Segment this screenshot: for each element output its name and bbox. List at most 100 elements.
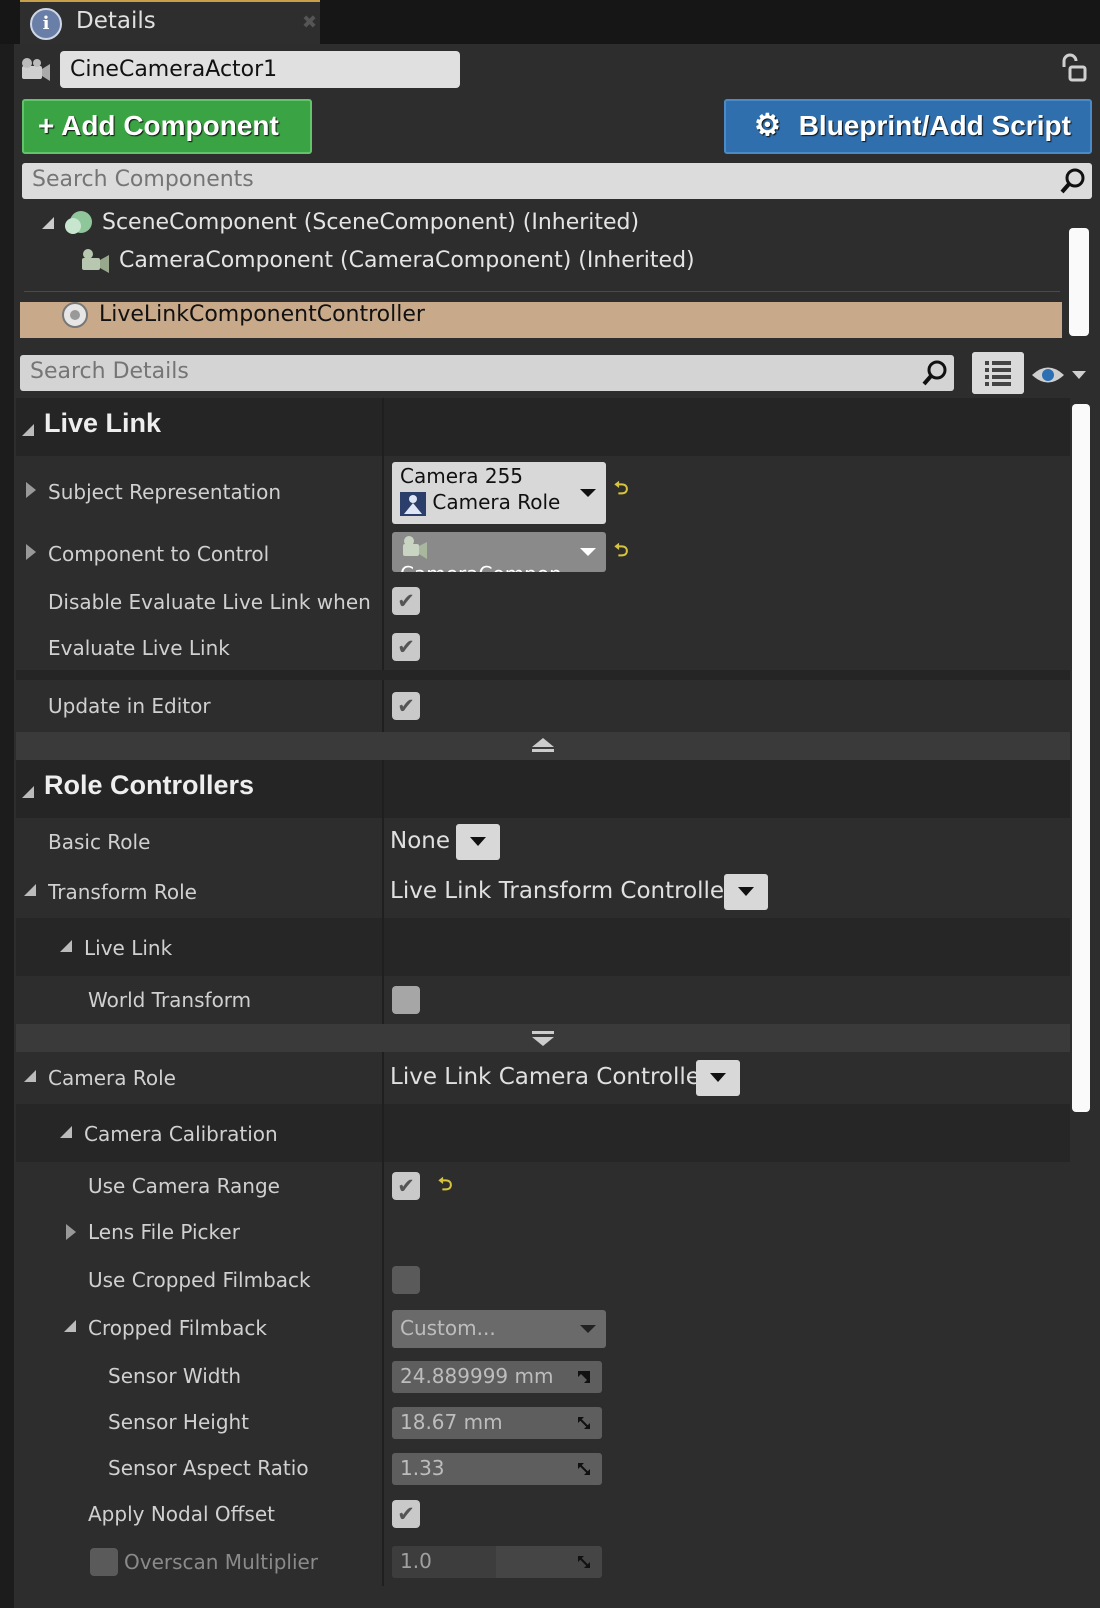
sensor-height-value: 18.67 mm xyxy=(400,1410,503,1434)
expand-arrow-icon[interactable] xyxy=(26,544,36,560)
property-matrix-icon[interactable] xyxy=(972,352,1024,394)
expand-arrow-icon[interactable] xyxy=(60,1126,72,1138)
property-label: Apply Nodal Offset xyxy=(88,1502,275,1526)
world-transform-checkbox[interactable] xyxy=(392,986,420,1014)
tree-item-label: LiveLinkComponentController xyxy=(99,302,425,327)
tree-scrollbar[interactable] xyxy=(1069,228,1089,336)
property-subject-representation: Subject Representation Camera 255 Camera… xyxy=(16,456,1070,526)
disable-evaluate-checkbox[interactable]: ✔ xyxy=(392,587,420,615)
property-label: Update in Editor xyxy=(48,694,211,718)
sensor-height-input[interactable]: 18.67 mm xyxy=(392,1407,602,1439)
property-transform-role: Transform Role Live Link Transform Contr… xyxy=(16,868,1070,918)
overscan-multiplier-input[interactable]: 1.0 xyxy=(392,1546,602,1578)
evaluate-live-link-checkbox[interactable]: ✔ xyxy=(392,633,420,661)
search-details-box[interactable] xyxy=(20,355,954,391)
lock-icon[interactable] xyxy=(1058,53,1088,83)
expand-arrow-icon[interactable] xyxy=(66,1224,76,1240)
subcategory-transform-live-link[interactable]: Live Link xyxy=(16,918,1070,976)
property-lens-file-picker: Lens File Picker xyxy=(16,1210,1070,1256)
chevron-down-icon xyxy=(580,489,596,497)
expand-arrow-icon[interactable] xyxy=(22,786,34,798)
property-label: Live Link xyxy=(84,936,173,960)
resize-handle-icon[interactable] xyxy=(576,1415,592,1431)
tree-separator xyxy=(24,291,1060,292)
expand-advanced-bar[interactable] xyxy=(16,1024,1070,1052)
camera-component-icon xyxy=(403,536,427,559)
property-world-transform: World Transform xyxy=(16,976,1070,1024)
component-to-control-value: CameraCompon xyxy=(400,562,562,572)
info-icon: i xyxy=(30,8,62,40)
search-details-input[interactable] xyxy=(20,355,861,388)
search-components-box[interactable] xyxy=(22,163,1092,199)
camera-role-dropdown[interactable] xyxy=(696,1060,740,1096)
collapse-up-icon[interactable] xyxy=(532,738,554,747)
camera-role-value: Live Link Camera Controller xyxy=(390,1064,710,1090)
update-in-editor-checkbox[interactable]: ✔ xyxy=(392,692,420,720)
property-label: Cropped Filmback xyxy=(88,1316,267,1340)
camera-role-icon xyxy=(400,491,426,516)
blueprint-script-button[interactable]: ⚙ Blueprint/Add Script xyxy=(724,99,1092,154)
expand-arrow-icon[interactable] xyxy=(26,482,36,498)
expand-down-icon[interactable] xyxy=(532,1037,554,1046)
category-role-controllers[interactable]: Role Controllers xyxy=(16,760,1070,818)
use-camera-range-checkbox[interactable]: ✔ xyxy=(392,1172,420,1200)
chevron-down-icon xyxy=(580,1325,596,1333)
property-label: Sensor Aspect Ratio xyxy=(108,1456,309,1480)
sensor-width-input[interactable]: 24.889999 mm xyxy=(392,1361,602,1393)
category-live-link[interactable]: Live Link xyxy=(16,398,1070,456)
property-camera-role: Camera Role Live Link Camera Controller xyxy=(16,1052,1070,1104)
blueprint-script-label: Blueprint/Add Script xyxy=(798,110,1071,141)
property-evaluate-live-link: Evaluate Live Link ✔ xyxy=(16,624,1070,670)
property-label: Camera Role xyxy=(48,1066,176,1090)
basic-role-dropdown[interactable] xyxy=(456,824,500,860)
search-icon[interactable] xyxy=(1058,166,1088,196)
expand-arrow-icon[interactable] xyxy=(24,884,36,896)
tree-item-camera-component[interactable]: CameraComponent (CameraComponent) (Inher… xyxy=(78,244,695,278)
expand-arrow-icon[interactable] xyxy=(42,217,54,229)
property-label: Disable Evaluate Live Link when Spa xyxy=(48,590,378,614)
advanced-separator xyxy=(16,670,1070,680)
resize-handle-icon[interactable] xyxy=(576,1369,592,1385)
subject-representation-combo[interactable]: Camera 255 Camera Role xyxy=(392,462,606,524)
expand-arrow-icon[interactable] xyxy=(60,940,72,952)
sensor-aspect-ratio-input[interactable]: 1.33 xyxy=(392,1453,602,1485)
expand-arrow-icon[interactable] xyxy=(64,1320,76,1332)
property-cropped-filmback: Cropped Filmback Custom... xyxy=(16,1304,1070,1354)
add-component-button[interactable]: + Add Component xyxy=(22,99,312,183)
component-tree: SceneComponent (SceneComponent) (Inherit… xyxy=(20,206,1066,346)
reset-to-default-icon[interactable]: ⮌ xyxy=(438,1172,452,1202)
chevron-down-icon xyxy=(580,548,596,556)
add-component-label: Add Component xyxy=(61,110,279,141)
resize-handle-icon[interactable] xyxy=(576,1554,592,1570)
visibility-eye-icon[interactable] xyxy=(1030,360,1090,390)
subcategory-camera-calibration[interactable]: Camera Calibration xyxy=(16,1104,1070,1162)
actor-name-input[interactable] xyxy=(60,51,460,88)
tree-item-livelink-controller[interactable]: LiveLinkComponentController xyxy=(58,298,425,332)
resize-handle-icon[interactable] xyxy=(576,1461,592,1477)
details-scrollbar[interactable] xyxy=(1072,404,1090,1112)
search-icon[interactable] xyxy=(920,358,950,388)
property-sensor-width: Sensor Width 24.889999 mm xyxy=(16,1354,1070,1400)
details-property-list: Live Link Subject Representation Camera … xyxy=(16,398,1070,1608)
property-label: Subject Representation xyxy=(48,480,282,504)
overscan-enable-checkbox[interactable] xyxy=(90,1548,118,1576)
tree-item-scene-component[interactable]: SceneComponent (SceneComponent) (Inherit… xyxy=(42,206,639,240)
expand-arrow-icon[interactable] xyxy=(22,424,34,436)
apply-nodal-offset-checkbox[interactable]: ✔ xyxy=(392,1500,420,1528)
transform-role-dropdown[interactable] xyxy=(724,874,768,910)
use-cropped-filmback-checkbox[interactable] xyxy=(392,1266,420,1294)
close-icon[interactable]: ✖ xyxy=(302,12,317,33)
property-sensor-aspect-ratio: Sensor Aspect Ratio 1.33 xyxy=(16,1446,1070,1492)
expand-arrow-icon[interactable] xyxy=(24,1070,36,1082)
reset-to-default-icon[interactable]: ⮌ xyxy=(614,538,628,568)
reset-to-default-icon[interactable]: ⮌ xyxy=(614,476,628,506)
collapse-advanced-bar[interactable] xyxy=(16,732,1070,760)
search-components-input[interactable] xyxy=(22,163,985,196)
tab-details[interactable]: i Details ✖ xyxy=(20,0,320,44)
property-component-to-control: Component to Control CameraCompon ⮌ xyxy=(16,526,1070,578)
component-to-control-combo[interactable]: CameraCompon xyxy=(392,532,606,572)
cropped-filmback-combo[interactable]: Custom... xyxy=(392,1310,606,1348)
property-apply-nodal-offset: Apply Nodal Offset ✔ xyxy=(16,1492,1070,1538)
camera-component-icon xyxy=(82,249,109,273)
property-use-cropped-filmback: Use Cropped Filmback xyxy=(16,1256,1070,1304)
